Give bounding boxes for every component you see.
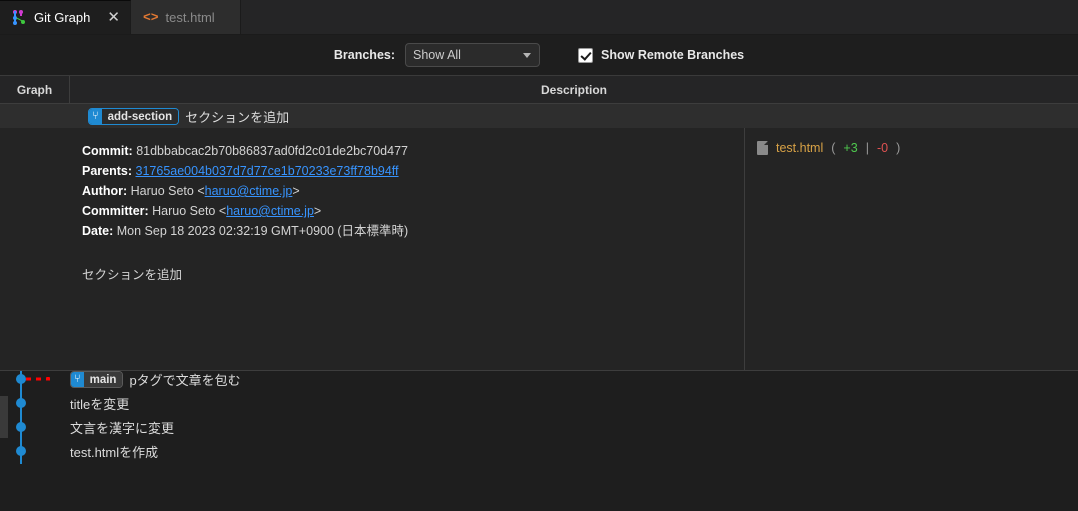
- date-label: Date:: [82, 224, 114, 238]
- committer-label: Committer:: [82, 204, 149, 218]
- changed-file-row[interactable]: test.html ( +3 | -0 ): [757, 141, 1078, 155]
- show-remote-branches-toggle[interactable]: Show Remote Branches: [578, 47, 745, 63]
- commit-row[interactable]: ⑂ main pタグで文章を包む: [0, 367, 1078, 391]
- committer-email-close: >: [313, 204, 322, 218]
- stats-separator: |: [865, 141, 869, 155]
- committer-line: Committer: Haruo Seto <haruo@ctime.jp>: [82, 201, 744, 221]
- tab-test-html[interactable]: <> test.html: [130, 0, 241, 34]
- branch-name: add-section: [101, 108, 179, 124]
- branch-badge-add-section[interactable]: ⑂ add-section: [88, 107, 180, 125]
- commit-graph-area: ⑂ add-section セクションを追加 Commit: 81dbbabca…: [0, 104, 1078, 511]
- commit-subject: 文言を漢字に変更: [70, 420, 175, 436]
- commit-row[interactable]: 文言を漢字に変更: [0, 415, 1078, 439]
- commit-subject: pタグで文章を包む: [129, 372, 241, 388]
- date-line: Date: Mon Sep 18 2023 02:32:19 GMT+0900 …: [82, 221, 744, 241]
- commit-row[interactable]: titleを変更: [0, 391, 1078, 415]
- committer-email-link[interactable]: haruo@ctime.jp: [226, 204, 314, 218]
- commit-row[interactable]: test.htmlを作成: [0, 439, 1078, 463]
- author-label: Author:: [82, 184, 128, 198]
- branch-icon: ⑂: [89, 108, 102, 124]
- commit-subject: セクションを追加: [185, 109, 290, 125]
- show-remote-branches-label: Show Remote Branches: [601, 48, 745, 62]
- branches-select-value: Show All: [413, 48, 461, 62]
- commit-row-selected[interactable]: ⑂ add-section セクションを追加: [0, 104, 1078, 128]
- chevron-down-icon: [523, 52, 532, 58]
- file-icon: [757, 141, 768, 155]
- column-header-graph[interactable]: Graph: [0, 76, 70, 103]
- tab-label: Git Graph: [34, 10, 91, 25]
- author-name: Haruo Seto: [130, 184, 194, 198]
- branches-label: Branches:: [333, 48, 396, 62]
- changed-files-list: test.html ( +3 | -0 ): [745, 128, 1078, 370]
- author-line: Author: Haruo Seto <haruo@ctime.jp>: [82, 181, 744, 201]
- html-file-icon: <>: [142, 9, 159, 25]
- author-email-close: >: [292, 184, 300, 198]
- tab-bar-empty-space: [240, 0, 1078, 34]
- column-header-description[interactable]: Description: [70, 83, 1078, 97]
- git-graph-toolbar: Branches: Show All Show Remote Branches: [0, 35, 1078, 76]
- commit-details-panel: Commit: 81dbbabcac2b70b86837ad0fd2c01de2…: [0, 128, 1078, 371]
- author-email-open: <: [197, 184, 205, 198]
- commit-metadata: Commit: 81dbbabcac2b70b86837ad0fd2c01de2…: [70, 128, 745, 370]
- stats-additions: +3: [843, 141, 858, 155]
- branch-name: main: [83, 371, 123, 387]
- commit-message-body: セクションを追加: [82, 268, 183, 282]
- commit-hash-value: 81dbbabcac2b70b86837ad0fd2c01de2bc70d477: [136, 144, 408, 158]
- commit-subject: test.htmlを作成: [70, 444, 159, 460]
- stats-open-paren: (: [831, 141, 836, 155]
- branches-select[interactable]: Show All: [405, 43, 541, 67]
- stats-deletions: -0: [876, 141, 889, 155]
- git-graph-icon: [12, 10, 27, 25]
- stats-close-paren: ): [896, 141, 901, 155]
- commit-subject: titleを変更: [70, 396, 130, 412]
- parent-hash-link[interactable]: 31765ae004b037d7d77ce1b70233e73ff78b94ff: [136, 164, 399, 178]
- date-value: Mon Sep 18 2023 02:32:19 GMT+0900 (日本標準時…: [116, 224, 409, 238]
- committer-name: Haruo Seto: [152, 204, 216, 218]
- close-icon[interactable]: ✕: [107, 10, 120, 25]
- tab-git-graph[interactable]: Git Graph ✕: [0, 0, 131, 34]
- commit-table-header: Graph Description: [0, 76, 1078, 104]
- parents-line: Parents: 31765ae004b037d7d77ce1b70233e73…: [82, 161, 744, 181]
- parents-label: Parents:: [82, 164, 133, 178]
- commit-hash-line: Commit: 81dbbabcac2b70b86837ad0fd2c01de2…: [82, 141, 744, 161]
- tab-label: test.html: [165, 9, 215, 25]
- commit-hash-label: Commit:: [82, 144, 133, 158]
- file-name: test.html: [776, 141, 824, 155]
- branch-icon: ⑂: [71, 371, 84, 387]
- checkbox-checked-icon[interactable]: [578, 47, 594, 63]
- author-email-link[interactable]: haruo@ctime.jp: [205, 184, 293, 198]
- branch-badge-main[interactable]: ⑂ main: [70, 370, 124, 388]
- editor-tab-bar: Git Graph ✕ <> test.html: [0, 0, 1078, 35]
